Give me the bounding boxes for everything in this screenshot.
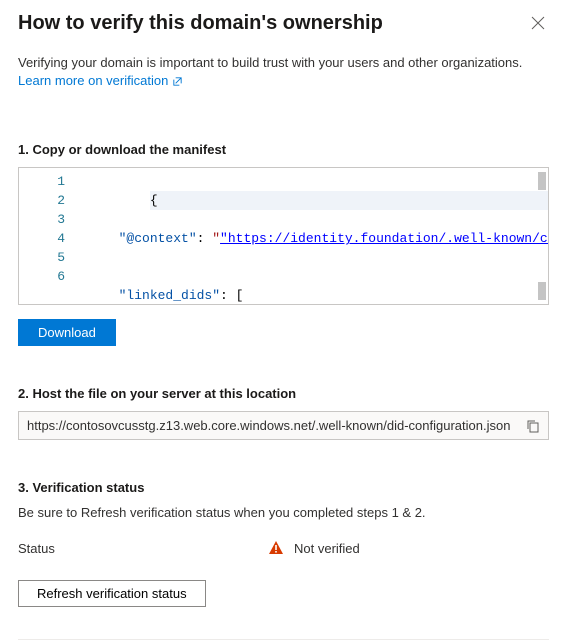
learn-more-label: Learn more on verification	[18, 72, 168, 90]
copy-icon[interactable]	[526, 419, 540, 433]
intro-text: Verifying your domain is important to bu…	[18, 55, 522, 70]
close-icon	[531, 16, 545, 30]
step1-heading: 1. Copy or download the manifest	[18, 142, 549, 157]
refresh-status-button[interactable]: Refresh verification status	[18, 580, 206, 607]
code-gutter: 123456	[19, 168, 83, 304]
warning-icon	[268, 540, 284, 556]
host-url-text: https://contosovcusstg.z13.web.core.wind…	[27, 418, 510, 433]
step2-heading: 2. Host the file on your server at this …	[18, 386, 549, 401]
code-content: { "@context": ""https://identity.foundat…	[83, 168, 548, 304]
scrollbar-indicator	[538, 282, 546, 300]
external-link-icon	[172, 76, 183, 87]
page-title: How to verify this domain's ownership	[18, 12, 383, 35]
close-button[interactable]	[527, 12, 549, 38]
status-value: Not verified	[294, 541, 360, 556]
divider	[18, 639, 549, 640]
host-url-field[interactable]: https://contosovcusstg.z13.web.core.wind…	[18, 411, 549, 440]
step3-instruction: Be sure to Refresh verification status w…	[18, 505, 549, 520]
scrollbar-indicator	[538, 172, 546, 190]
step3-heading: 3. Verification status	[18, 480, 549, 495]
status-label: Status	[18, 541, 268, 556]
manifest-code-editor[interactable]: 123456 { "@context": ""https://identity.…	[18, 167, 549, 305]
download-button[interactable]: Download	[18, 319, 116, 346]
learn-more-link[interactable]: Learn more on verification	[18, 72, 183, 90]
